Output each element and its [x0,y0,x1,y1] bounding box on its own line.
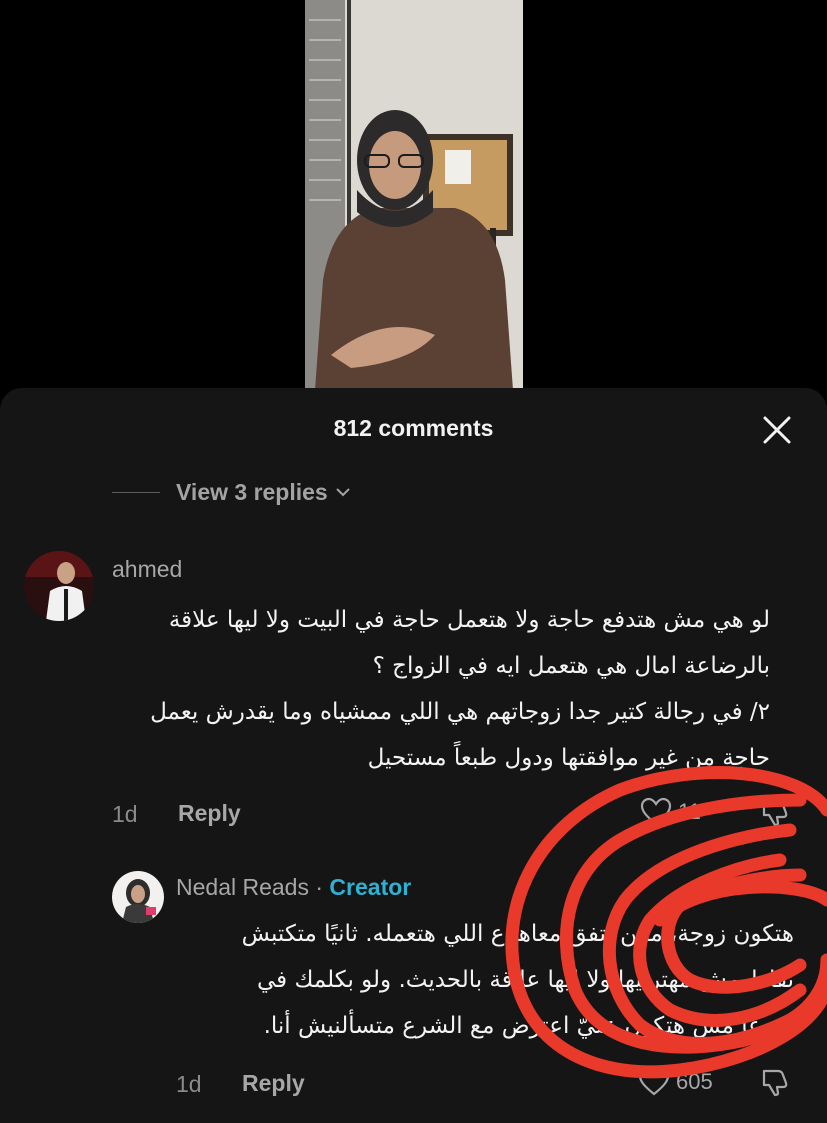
chevron-down-icon [336,488,350,497]
like-count: 11 [678,799,701,824]
comment-username[interactable]: ahmed [112,556,182,583]
name-separator: · [308,874,330,900]
comment-line: ٢/ في رجالة كتير جدا زوجاتهم هي اللي ممش… [150,699,770,725]
reply-author: Nedal Reads · Creator [176,874,411,901]
comment-line: بالرضاعة امال هي هتعمل ايه في الزواج ؟ [372,653,770,679]
like-button[interactable]: 11 [640,797,701,827]
reply-line: شرعًا مش هتكون عليّ اعترض مع الشرع متسأل… [263,1013,794,1039]
creator-badge: Creator [329,874,412,900]
reply-username[interactable]: Nedal Reads [176,874,309,900]
dislike-button[interactable] [760,797,790,832]
like-count: 605 [676,1069,713,1094]
video-frame[interactable] [305,0,523,390]
video-thumbnail [305,0,523,390]
heart-icon [638,1067,670,1096]
avatar-image [112,871,164,923]
reply-text: هتكون زوجة، مكن تتفق معاها ع اللي هتعمله… [160,911,794,1049]
reply-line: نقاط مش مهتربيها ولا ليها علاقة بالحديث.… [256,967,794,993]
reply-button[interactable]: Reply [242,1070,305,1097]
divider [112,491,160,493]
comment-line: لو هي مش هتدفع حاجة ولا هتعمل حاجة في ال… [168,607,770,633]
close-button[interactable] [757,410,797,450]
view-replies-button[interactable]: View 3 replies [112,476,352,508]
dislike-button[interactable] [760,1067,790,1102]
dislike-icon [762,799,788,827]
like-button[interactable]: 605 [638,1067,713,1097]
reply-button[interactable]: Reply [178,800,241,827]
close-icon [763,416,791,444]
reply-line: هتكون زوجة، مكن تتفق معاها ع اللي هتعمله… [241,921,794,947]
heart-icon [640,797,672,826]
reply-age: 1d [176,1071,202,1097]
avatar-image [24,551,94,621]
comment-age: 1d [112,801,138,827]
comments-count-title: 812 comments [333,415,494,441]
creator-avatar[interactable] [112,871,164,923]
comment-text: لو هي مش هتدفع حاجة ولا هتعمل حاجة في ال… [90,597,770,781]
dislike-icon [762,1069,788,1097]
view-replies-label: View 3 replies [176,478,328,505]
comment-line: حاجة من غير موافقتها ودول طبعاً مستحيل [367,745,770,771]
avatar[interactable] [24,551,94,621]
